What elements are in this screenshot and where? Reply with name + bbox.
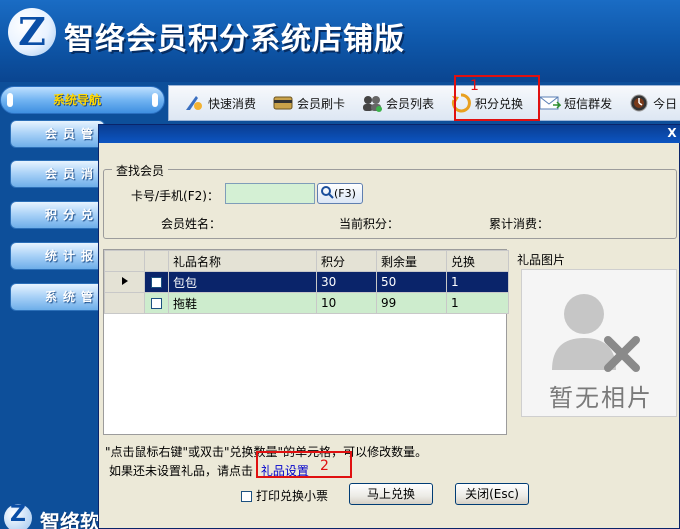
member-list-button[interactable]: 会员列表 (355, 88, 440, 118)
members-icon (361, 93, 383, 113)
search-icon (320, 185, 334, 202)
card-icon (272, 93, 294, 113)
row-checkbox[interactable] (151, 298, 162, 309)
nav-header-label: 系统导航 (53, 93, 102, 107)
row-selector[interactable] (104, 292, 145, 314)
exchange-qty-cell[interactable]: 1 (446, 292, 509, 314)
remaining-cell: 99 (376, 292, 447, 314)
annotation-number-2: 2 (320, 458, 329, 474)
column-header-remaining[interactable]: 剩余量 (376, 250, 447, 272)
gift-name-cell: 拖鞋 (168, 292, 317, 314)
dialog-close-button[interactable]: X (665, 126, 679, 141)
table-row[interactable]: 拖鞋 10 99 1 (104, 292, 509, 314)
current-points-label: 当前积分： (339, 217, 400, 231)
search-button-label: (F3) (334, 187, 356, 200)
main-toolbar: 快速消费 会员刷卡 会员列表 积分兑换 短信群发 今日 (168, 85, 680, 121)
column-header-gift-name[interactable]: 礼品名称 (168, 250, 317, 272)
find-member-group-title: 查找会员 (112, 162, 169, 179)
nav-header: 系统导航 (0, 86, 165, 114)
setup-gifts-prefix: 如果还未设置礼品，请点击 (109, 464, 254, 478)
table-row[interactable]: 包包 30 50 1 (104, 271, 509, 293)
app-header: Z 智络会员积分系统店铺版 (0, 0, 680, 82)
print-receipt-label: 打印兑换小票 (256, 489, 329, 503)
no-photo-caption: 暂无相片 (549, 384, 653, 412)
search-member-button[interactable]: (F3) (317, 183, 363, 204)
total-spend-label: 累计消费： (489, 217, 550, 231)
row-selector[interactable] (104, 271, 145, 293)
close-dialog-button[interactable]: 关闭(Esc) (455, 483, 529, 505)
fast-pay-icon (183, 93, 205, 113)
card-number-input[interactable] (225, 183, 315, 204)
print-receipt-option[interactable]: 打印兑换小票 (241, 487, 328, 504)
nav-header-cap-right (152, 93, 158, 107)
exchange-qty-cell[interactable]: 1 (446, 271, 509, 293)
gift-grid: 礼品名称 积分 剩余量 兑换 包包 30 50 1 拖鞋 10 99 1 (103, 249, 509, 435)
card-swipe-button[interactable]: 会员刷卡 (266, 88, 351, 118)
footer-brand-text: 智络软件 (40, 510, 100, 529)
nav-item-reports[interactable]: 统计报 (10, 242, 105, 270)
gift-table: 礼品名称 积分 剩余量 兑换 包包 30 50 1 拖鞋 10 99 1 (104, 250, 509, 314)
member-name-label: 会员姓名： (161, 217, 222, 231)
dialog-titlebar: X (99, 125, 680, 143)
current-row-icon (121, 277, 128, 285)
app-title: 智络会员积分系统店铺版 (64, 22, 405, 57)
redeem-now-button[interactable]: 马上兑换 (349, 483, 433, 505)
nav-item-system-mgmt[interactable]: 系统管 (10, 283, 105, 311)
remaining-cell: 50 (376, 271, 447, 293)
print-receipt-checkbox[interactable] (241, 491, 252, 502)
column-header-points[interactable]: 积分 (316, 250, 377, 272)
sms-icon (539, 93, 562, 113)
quick-pay-button[interactable]: 快速消费 (177, 88, 262, 118)
gift-photo-placeholder: 暂无相片 (521, 269, 677, 417)
nav-header-cap-left (7, 93, 13, 107)
app-logo: Z (8, 8, 56, 56)
nav-item-member-spend[interactable]: 会员消 (10, 160, 105, 188)
annotation-number-1: 1 (470, 78, 479, 94)
row-checkbox[interactable] (151, 277, 162, 288)
sms-broadcast-button[interactable]: 短信群发 (533, 88, 618, 118)
card-number-label: 卡号/手机(F2)： (131, 189, 219, 203)
row-header-corner (104, 250, 145, 272)
footer-logo: Z (4, 502, 32, 529)
annotation-box-1 (454, 75, 540, 121)
no-photo-icon (552, 294, 640, 372)
row-checkbox-cell[interactable] (144, 271, 169, 293)
gift-photo-group-title: 礼品图片 (513, 251, 570, 268)
row-checkbox-cell[interactable] (144, 292, 169, 314)
points-cell: 10 (316, 292, 377, 314)
checkbox-column-header (144, 250, 169, 272)
nav-item-member-mgmt[interactable]: 会员管 (10, 120, 105, 148)
annotation-box-2 (256, 451, 352, 478)
points-exchange-dialog: X 查找会员 卡号/手机(F2)： (F3) 会员姓名： 当前积分： 累计消费：… (98, 124, 680, 529)
gift-table-header: 礼品名称 积分 剩余量 兑换 (104, 250, 509, 272)
clock-icon (628, 93, 650, 113)
gift-name-cell: 包包 (168, 271, 317, 293)
today-button[interactable]: 今日 (622, 88, 680, 118)
nav-item-points-exchange[interactable]: 积分兑 (10, 201, 105, 229)
footer-brand: Z 智络软件 (0, 500, 100, 529)
points-cell: 30 (316, 271, 377, 293)
column-header-exchange[interactable]: 兑换 (446, 250, 509, 272)
